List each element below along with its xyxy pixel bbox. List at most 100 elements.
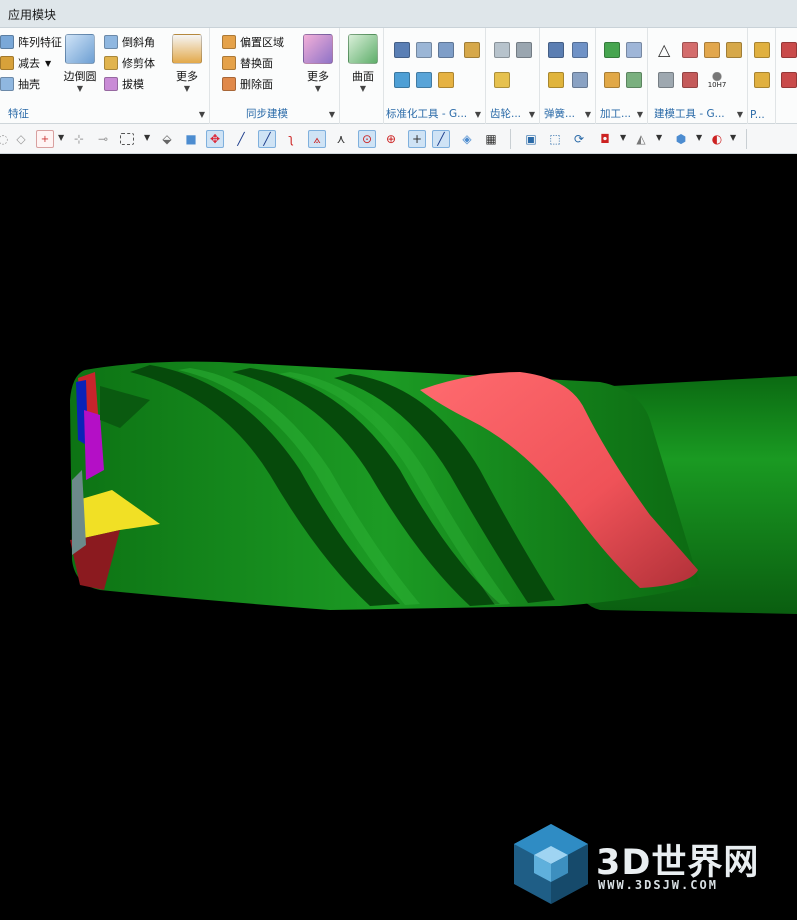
render-style-dropdown-icon[interactable]: ▼ [656,133,662,142]
select-component-icon[interactable]: ◇ [12,130,30,148]
select-point-dropdown-icon[interactable]: ▼ [58,133,64,142]
modeling-tool-4-icon[interactable] [726,42,742,58]
machining-tool-2-icon[interactable] [626,42,642,58]
feature-group-dropdown-icon[interactable]: ▼ [199,110,205,119]
spring-tool-1-icon[interactable] [548,42,564,58]
subtract-dropdown-icon[interactable]: ▼ [45,59,51,68]
std-tool-3-icon[interactable] [438,42,454,58]
shaded-edges-icon[interactable]: ⬢ [672,130,690,148]
modeling-tools-label: 建模工具 - G... [654,108,725,120]
chamfer-button[interactable]: 倒斜角 [104,32,155,52]
std-tool-2-icon[interactable] [416,42,432,58]
snap-bounded-grid-icon[interactable]: ▦ [482,130,500,148]
select-body-icon[interactable]: ⬙ [158,130,176,148]
extra-tool-2-icon[interactable] [754,72,770,88]
replace-face-icon [222,56,236,70]
rectangle-select-icon[interactable] [120,133,134,145]
gear-tool-3-icon[interactable] [494,72,510,88]
snap-intersect-icon[interactable]: ⟑ [308,130,326,148]
overflow-tool-1-icon[interactable] [781,42,797,58]
note-icon[interactable] [658,72,674,88]
feature-more-dropdown-icon[interactable]: ▼ [168,84,206,93]
edge-blend-dropdown-icon[interactable]: ▼ [58,84,102,93]
std-tool-4-icon[interactable] [464,42,480,58]
modeling-tool-3-icon[interactable] [704,42,720,58]
gear-tool-2-icon[interactable] [516,42,532,58]
feature-more-button[interactable]: 更多 ▼ [168,34,206,93]
delete-face-label: 删除面 [240,78,273,91]
subtract-button[interactable]: 减去 ▼ [0,53,51,73]
gear-tool-1-icon[interactable] [494,42,510,58]
machining-tool-1-icon[interactable] [604,42,620,58]
pattern-feature-button[interactable]: 阵列特征 [0,32,62,52]
chamfer-label: 倒斜角 [122,36,155,49]
shell-button[interactable]: 抽壳 [0,74,40,94]
sync-group-label: 同步建模 [246,108,288,120]
zoom-window-icon[interactable]: ⬚ [546,130,564,148]
snap-tangent-icon[interactable]: ⋏ [332,130,350,148]
section-view-icon[interactable]: ◐ [708,130,726,148]
replace-face-button[interactable]: 替换面 [222,53,273,73]
select-solid-icon[interactable]: ■ [182,130,200,148]
select-filter-icon[interactable]: ◌ [0,130,12,148]
machining-tool-3-icon[interactable] [604,72,620,88]
sync-more-dropdown-icon[interactable]: ▼ [300,84,336,93]
std-tool-7-icon[interactable] [438,72,454,88]
snap-point-on-curve-icon[interactable]: + [408,130,426,148]
spring-tool-2-icon[interactable] [572,42,588,58]
snap-grid-icon[interactable]: ⊹ [70,130,88,148]
surface-dropdown-icon[interactable]: ▼ [344,84,382,93]
spring-tool-3-icon[interactable] [548,72,564,88]
select-point-icon[interactable]: + [36,130,54,148]
ribbon-group-feature: 阵列特征 减去 ▼ 抽壳 边倒圆 ▼ 倒斜角 修剪体 拔模 更多 ▼ 特征 ▼ [0,28,210,124]
edge-blend-button[interactable]: 边倒圆 ▼ [58,34,102,93]
rotate-view-icon[interactable]: ⟳ [570,130,588,148]
snap-curve-icon[interactable]: ʅ [282,130,300,148]
shaded-edges-dropdown-icon[interactable]: ▼ [696,133,702,142]
extra-tool-1-icon[interactable] [754,42,770,58]
measure-icon[interactable] [682,72,698,88]
triangle-icon[interactable]: △ [658,40,670,59]
trim-body-icon [104,56,118,70]
snap-line-icon[interactable]: ╱ [232,130,250,148]
snap-midpoint-icon[interactable]: ╱ [258,130,276,148]
delete-face-button[interactable]: 删除面 [222,74,273,94]
orient-view-dropdown-icon[interactable]: ▼ [620,133,626,142]
draft-button[interactable]: 拔模 [104,74,144,94]
table-icon[interactable] [682,42,698,58]
snap-endpoint-icon[interactable]: ✥ [206,130,224,148]
draft-label: 拔模 [122,78,144,91]
tolerance-fit-icon[interactable]: 10H7 [706,72,728,90]
application-menu[interactable]: 应用模块 [8,6,56,23]
snap-move-icon[interactable]: ⊸ [94,130,112,148]
end-mill-model[interactable] [0,154,797,920]
offset-region-button[interactable]: 偏置区域 [222,32,284,52]
standard-tools-dropdown-icon[interactable]: ▼ [475,110,481,119]
rectangle-select-dropdown-icon[interactable]: ▼ [144,133,150,142]
modeling-tools-dropdown-icon[interactable]: ▼ [737,110,743,119]
section-view-dropdown-icon[interactable]: ▼ [730,133,736,142]
machining-tool-4-icon[interactable] [626,72,642,88]
std-tool-5-icon[interactable] [394,72,410,88]
render-style-icon[interactable]: ◭ [632,130,650,148]
overflow-tool-2-icon[interactable] [781,72,797,88]
trim-body-button[interactable]: 修剪体 [104,53,155,73]
std-tool-6-icon[interactable] [416,72,432,88]
snap-quadrant-icon[interactable]: ⊕ [382,130,400,148]
ribbon-group-extra: P... [748,28,776,124]
snap-face-icon[interactable]: ◈ [458,130,476,148]
gear-group-dropdown-icon[interactable]: ▼ [529,110,535,119]
sync-more-button[interactable]: 更多 ▼ [300,34,336,93]
graphics-window[interactable] [0,154,797,920]
snap-center-icon[interactable]: ⊙ [358,130,376,148]
surface-button[interactable]: 曲面 ▼ [344,34,382,93]
spring-group-dropdown-icon[interactable]: ▼ [585,110,591,119]
orient-view-icon[interactable]: ◘ [596,130,614,148]
sync-group-dropdown-icon[interactable]: ▼ [329,110,335,119]
spring-tool-4-icon[interactable] [572,72,588,88]
std-tool-1-icon[interactable] [394,42,410,58]
snap-point-on-face-icon[interactable]: ╱ [432,130,450,148]
fit-view-icon[interactable]: ▣ [522,130,540,148]
subtract-label: 减去 [18,57,40,70]
machining-group-dropdown-icon[interactable]: ▼ [637,110,643,119]
